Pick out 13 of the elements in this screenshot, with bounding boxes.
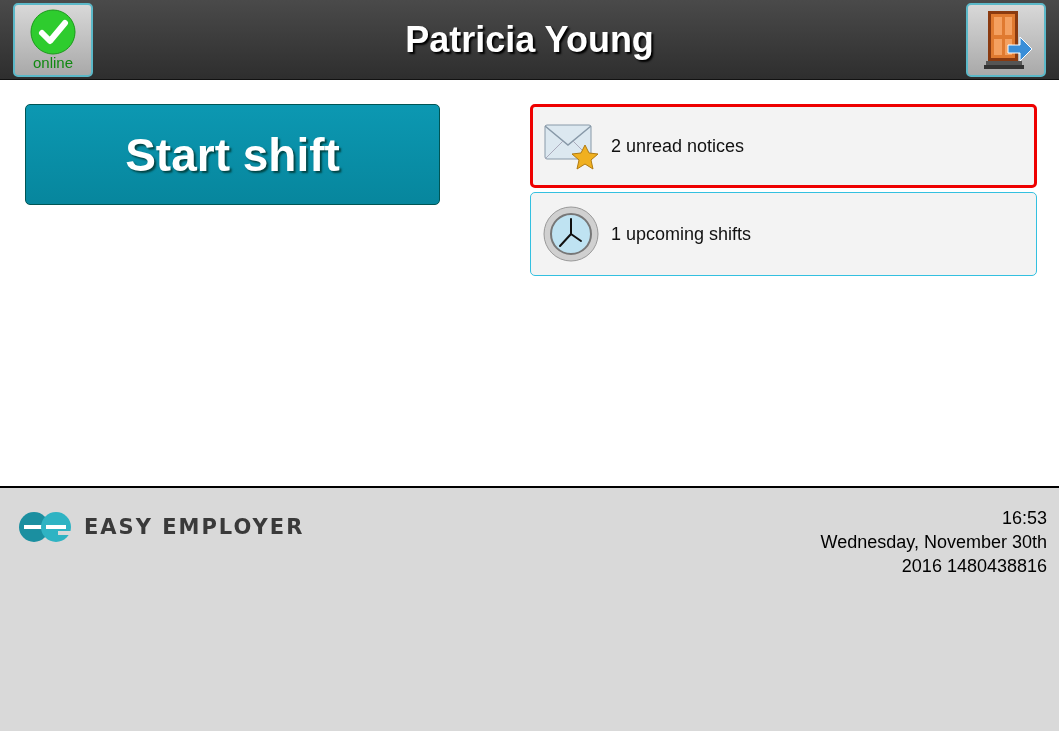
check-icon <box>30 9 76 55</box>
user-name: Patricia Young <box>405 18 654 61</box>
clock-time: 16:53 <box>1001 507 1047 530</box>
envelope-star-icon <box>543 121 599 171</box>
brand-name: EASY EMPLOYER <box>84 515 305 539</box>
logo-icon <box>18 511 74 543</box>
notice-item[interactable]: 2 unread notices <box>530 104 1037 188</box>
clock-date: Wednesday, November 30th <box>820 531 1047 554</box>
logout-button[interactable] <box>966 2 1046 77</box>
clock-year-timestamp: 2016 1480438816 <box>901 555 1047 578</box>
start-shift-button[interactable]: Start shift <box>25 104 440 205</box>
clock-icon <box>543 206 599 262</box>
notice-item[interactable]: 1 upcoming shifts <box>530 192 1037 276</box>
